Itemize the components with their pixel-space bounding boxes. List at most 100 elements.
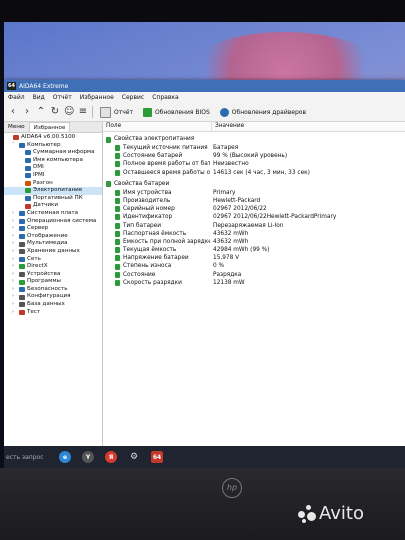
tree-item-label: Суммарная информа — [33, 149, 95, 156]
chevron-right-icon[interactable]: › — [12, 240, 17, 248]
tree-item[interactable]: AIDA64 v6.00.5100 — [4, 134, 102, 142]
property-field-label: Ёмкость при полной зарядке — [123, 238, 210, 245]
chart-icon[interactable]: ≡ — [78, 105, 88, 119]
tree-item[interactable]: Имя компьютера — [4, 157, 102, 165]
tree-item[interactable]: › База данных — [4, 301, 102, 309]
chevron-right-icon[interactable]: › — [12, 301, 17, 309]
property-row[interactable]: Состояние батарей 99 % (Высокий уровень) — [103, 152, 405, 160]
tree-item[interactable]: DMI — [4, 164, 102, 172]
property-row[interactable]: Оставшееся время работы от ...14613 сек … — [103, 169, 405, 177]
property-row[interactable]: Текущая ёмкость 42984 mWh (99 %) — [103, 246, 405, 254]
tree-item-icon — [19, 142, 25, 148]
chevron-right-icon[interactable]: › — [12, 271, 17, 279]
driver-update-button[interactable]: Обновления драйверов — [217, 105, 309, 119]
tree-item[interactable]: Разгон — [4, 180, 102, 188]
tree-item[interactable]: › Конфигурация — [4, 293, 102, 301]
tree-item[interactable]: › Безопасность — [4, 286, 102, 294]
property-row[interactable]: Напряжение батареи 15.978 V — [103, 254, 405, 262]
tab-menu[interactable]: Меню — [4, 122, 29, 132]
tree-item-icon — [19, 256, 25, 262]
tree-item-label: Конфигурация — [27, 293, 71, 300]
property-value: Primary — [213, 189, 236, 196]
tree-item[interactable]: Портативный ПК — [4, 195, 102, 203]
property-row[interactable]: Идентификатор 02967 2012/06/22Hewlett-Pac… — [103, 213, 405, 221]
chevron-right-icon[interactable]: › — [12, 278, 17, 286]
property-row[interactable]: Производитель Hewlett-Packard — [103, 197, 405, 205]
tree-item[interactable]: IPMI — [4, 172, 102, 180]
property-row[interactable]: Имя устройства Primary — [103, 189, 405, 197]
settings-gear-icon[interactable]: ⚙ — [128, 451, 140, 463]
tree-item-label: Разгон — [33, 179, 53, 186]
chevron-right-icon[interactable]: › — [12, 309, 17, 317]
tree-item[interactable]: › Программы — [4, 278, 102, 286]
chevron-right-icon[interactable]: › — [12, 210, 17, 218]
edge-icon[interactable]: e — [59, 451, 71, 463]
tree-item[interactable]: › Отображение — [4, 233, 102, 241]
taskbar-search[interactable]: есть запрос — [4, 454, 48, 461]
property-value: 15.978 V — [213, 255, 240, 262]
property-row[interactable]: Состояние Разрядка — [103, 271, 405, 279]
property-field: Текущая ёмкость — [103, 246, 210, 254]
property-row[interactable]: Текущий источник питания Батарея — [103, 144, 405, 152]
column-value[interactable]: Значение — [212, 122, 244, 131]
column-header: Поле Значение — [103, 122, 405, 132]
report-button[interactable]: Отчёт — [97, 105, 136, 119]
tree-item[interactable]: Суммарная информа — [4, 149, 102, 157]
chevron-right-icon[interactable]: › — [12, 225, 17, 233]
chevron-right-icon[interactable]: › — [12, 286, 17, 294]
tree-item[interactable]: › Мультимедиа — [4, 240, 102, 248]
tree-item[interactable]: › Устройства — [4, 271, 102, 279]
title-bar[interactable]: 64 AIDA64 Extreme — [4, 80, 405, 92]
tab-favorites[interactable]: Избранное — [28, 122, 71, 132]
tree-item[interactable]: › Хранение данных — [4, 248, 102, 256]
forward-arrow-icon[interactable]: › — [22, 105, 32, 119]
property-row[interactable]: Скорость разрядки 12138 mW — [103, 279, 405, 287]
menu-view[interactable]: Вид — [33, 94, 45, 101]
chevron-right-icon[interactable]: › — [12, 293, 17, 301]
chevron-right-icon[interactable]: › — [12, 263, 17, 271]
tree-item-icon — [25, 180, 31, 186]
yandex-browser-icon[interactable]: Y — [82, 451, 94, 463]
property-row[interactable]: Ёмкость при полной зарядке 43632 mWh — [103, 238, 405, 246]
tree-item-label: Мультимедиа — [27, 240, 68, 247]
user-icon[interactable]: ☺ — [64, 105, 74, 119]
chevron-right-icon[interactable]: › — [12, 248, 17, 256]
tree-item[interactable]: Датчики — [4, 202, 102, 210]
menu-service[interactable]: Сервис — [122, 94, 144, 101]
chevron-right-icon[interactable]: › — [12, 256, 17, 264]
property-field: Тип батареи — [103, 222, 210, 230]
tree-item[interactable]: › Операционная система — [4, 218, 102, 226]
tree-item[interactable]: › Тест — [4, 309, 102, 317]
property-field: Скорость разрядки — [103, 279, 210, 287]
refresh-icon[interactable]: ↻ — [50, 105, 60, 119]
battery-icon — [115, 247, 120, 254]
property-row[interactable]: Серийный номер 02967 2012/06/22 — [103, 205, 405, 213]
menu-favorites[interactable]: Избранное — [80, 94, 114, 101]
menu-file[interactable]: Файл — [8, 94, 25, 101]
tree-item-label: Компьютер — [27, 141, 61, 148]
chevron-right-icon[interactable]: › — [12, 218, 17, 226]
bios-update-button[interactable]: Обновления BIOS — [140, 105, 213, 119]
yandex-icon[interactable]: Я — [105, 451, 117, 463]
tree-item[interactable]: › Системная плата — [4, 210, 102, 218]
property-row[interactable]: Степень износа 0 % — [103, 262, 405, 270]
battery-icon — [115, 271, 120, 278]
chevron-down-icon[interactable]: ˅ — [12, 142, 17, 150]
aida64-taskbar-icon[interactable]: 64 — [151, 451, 163, 463]
tree-item[interactable]: › Сеть — [4, 256, 102, 264]
battery-icon — [115, 145, 120, 152]
menu-report[interactable]: Отчёт — [53, 94, 72, 101]
tree-item[interactable]: › DirectX — [4, 263, 102, 271]
tree-item[interactable]: › Сервер — [4, 225, 102, 233]
tree-item[interactable]: Электропитание — [4, 187, 102, 195]
tree-item[interactable]: ˅ Компьютер — [4, 142, 102, 150]
property-row[interactable]: Тип батареи Перезаряжаемая Li-Ion — [103, 222, 405, 230]
chevron-right-icon[interactable]: › — [12, 233, 17, 241]
up-arrow-icon[interactable]: ⌃ — [36, 105, 46, 119]
property-row[interactable]: Паспортная ёмкость 43632 mWh — [103, 230, 405, 238]
property-row[interactable]: Полное время работы от бата...Неизвестно — [103, 160, 405, 168]
menu-help[interactable]: Справка — [152, 94, 178, 101]
column-field[interactable]: Поле — [103, 122, 212, 131]
back-arrow-icon[interactable]: ‹ — [8, 105, 18, 119]
property-value: Hewlett-Packard — [213, 197, 261, 204]
